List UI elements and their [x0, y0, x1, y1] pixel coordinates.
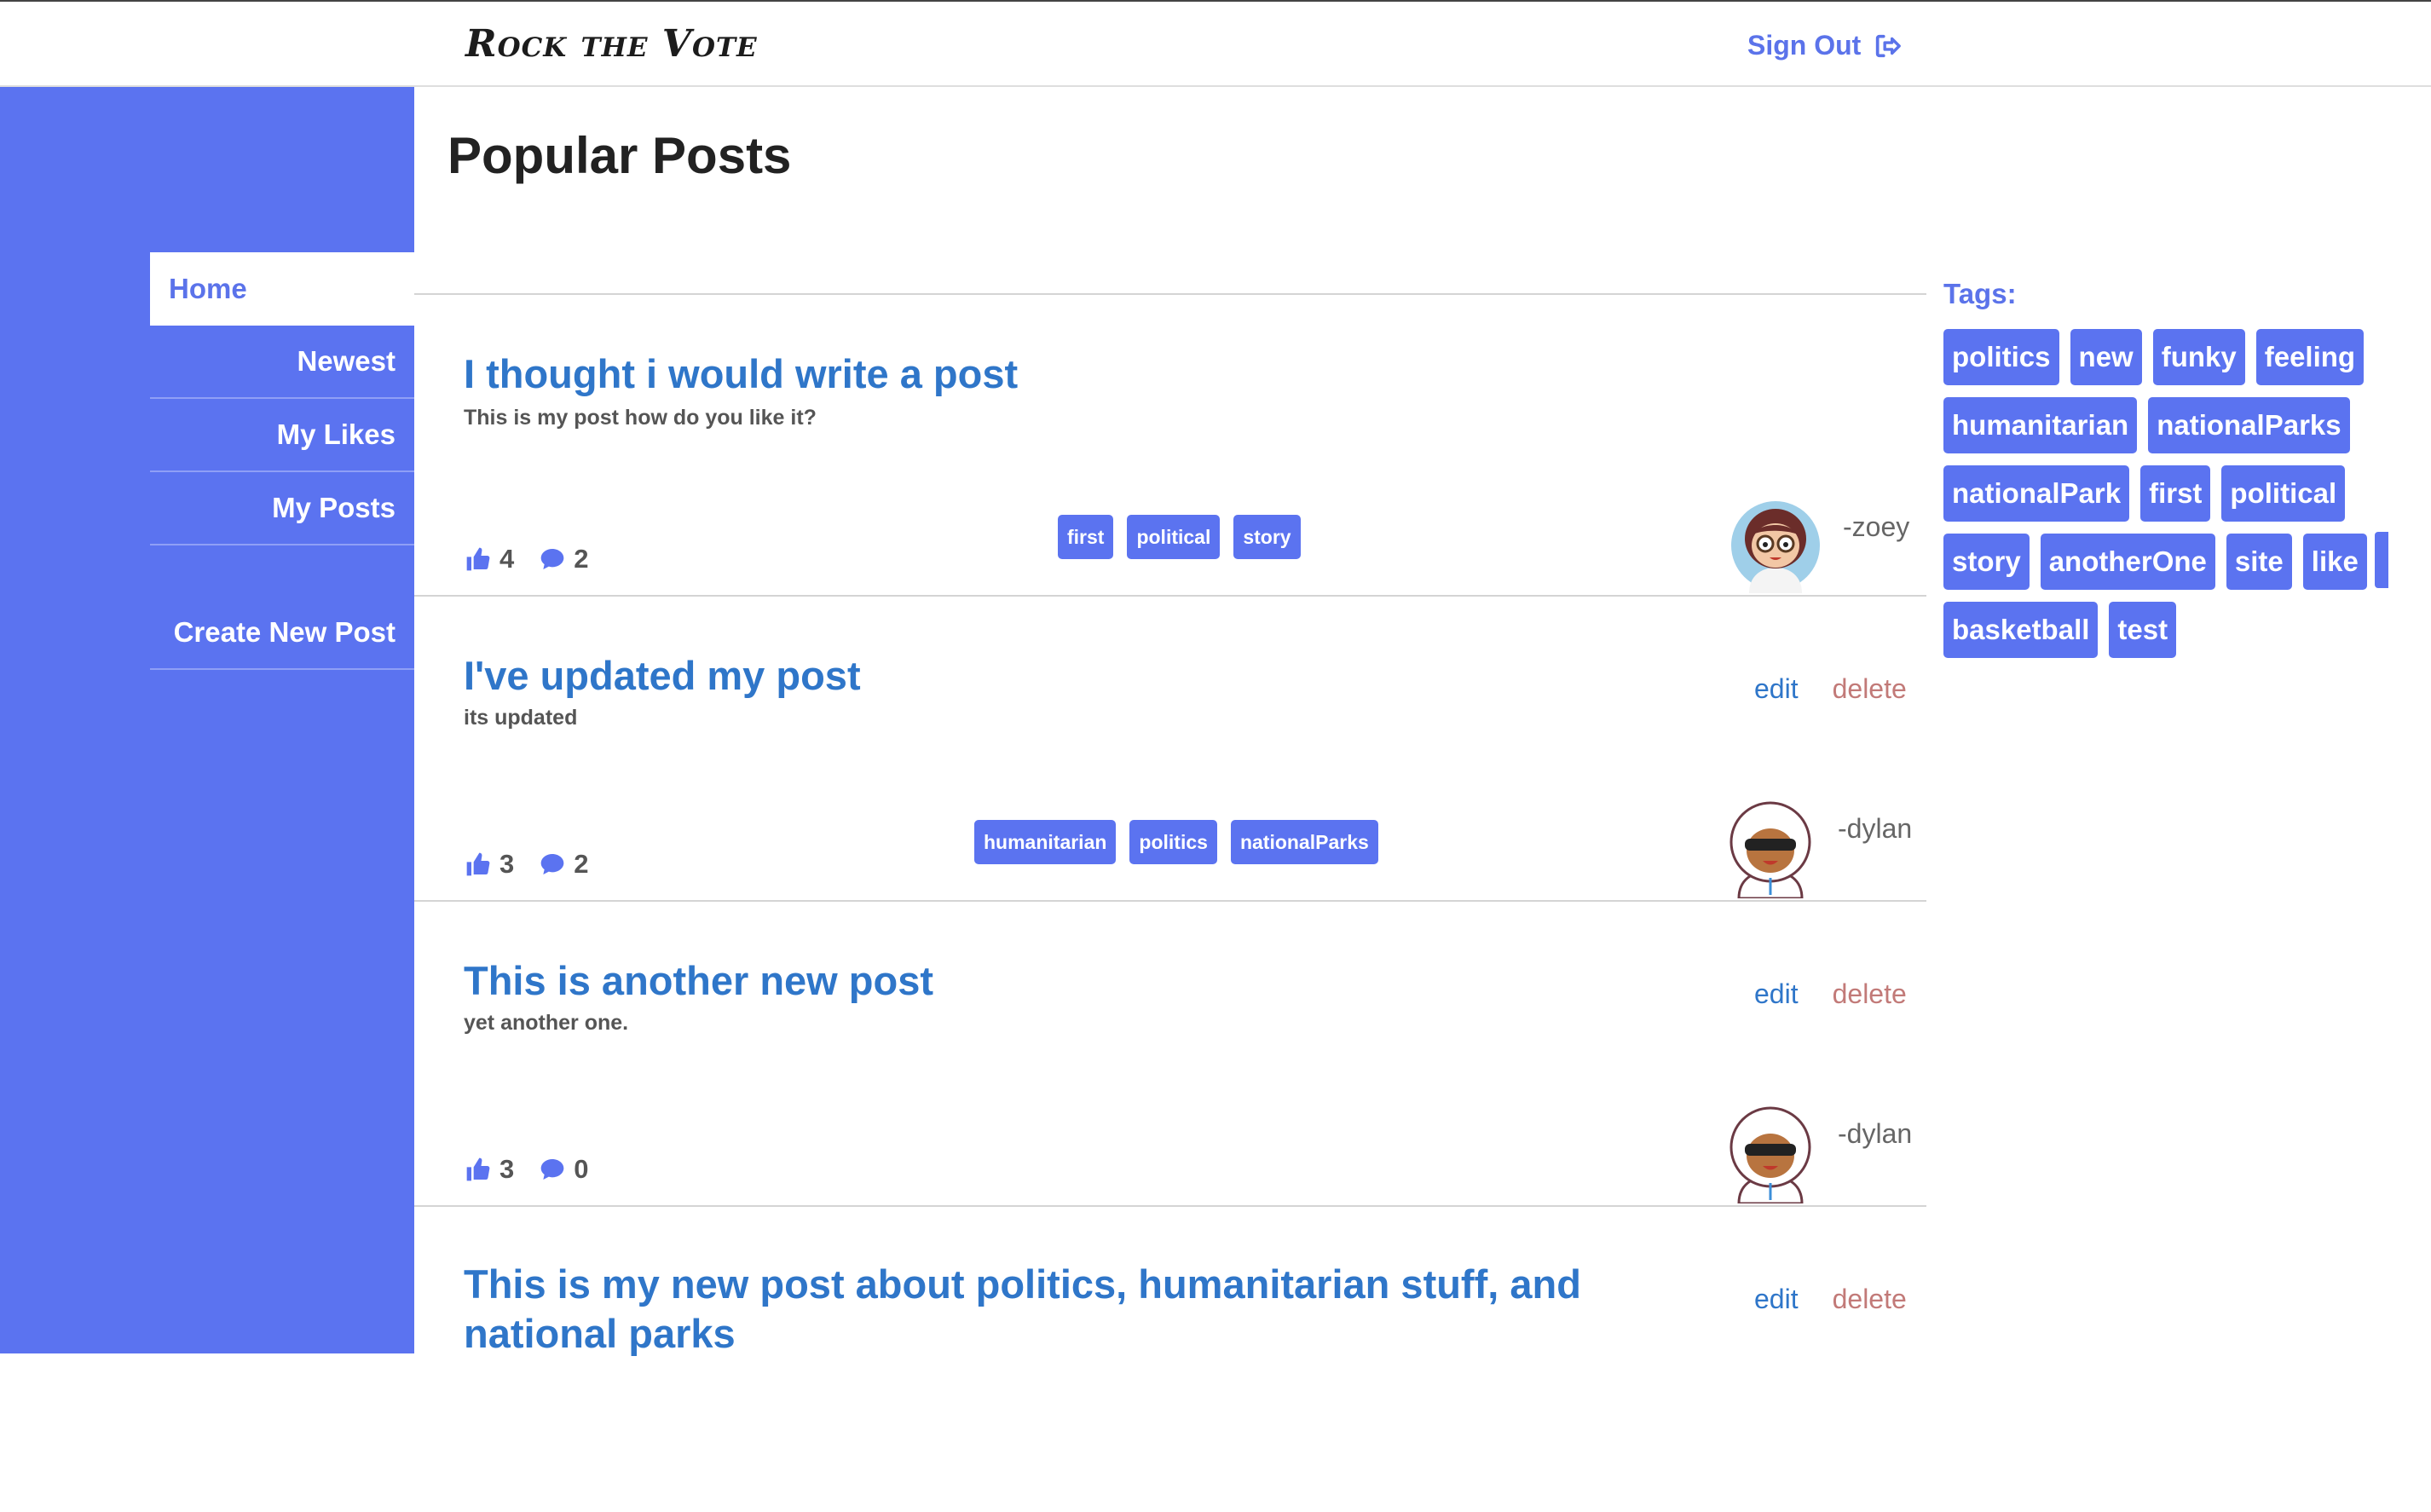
- create-new-post-button[interactable]: Create New Post: [150, 597, 414, 670]
- comments-count: 0: [574, 1154, 589, 1184]
- tag-filter[interactable]: nationalParks: [2148, 397, 2350, 453]
- tag-filter-overflow[interactable]: [2375, 532, 2388, 588]
- post-tag[interactable]: story: [1233, 515, 1301, 559]
- edit-button[interactable]: edit: [1754, 1284, 1799, 1315]
- avatar-zoey: [1731, 501, 1820, 593]
- tag-filter[interactable]: new: [2070, 329, 2142, 385]
- likes-count: 3: [499, 1154, 515, 1184]
- tag-filter[interactable]: funky: [2152, 329, 2245, 385]
- sidebar-item-my-posts[interactable]: My Posts: [150, 472, 414, 545]
- thumbs-up-icon[interactable]: [464, 1156, 493, 1183]
- post-subtitle: This is my post how do you like it?: [464, 406, 817, 430]
- post-actions: edit delete: [1754, 673, 1907, 705]
- edit-button[interactable]: edit: [1754, 673, 1799, 705]
- sign-out-icon: [1876, 34, 1902, 57]
- avatar-dylan: [1729, 801, 1811, 898]
- top-bar: Rock the Vote Sign Out: [0, 0, 2431, 87]
- edit-button[interactable]: edit: [1754, 978, 1799, 1010]
- sidebar-item-newest[interactable]: Newest: [150, 326, 414, 399]
- post-actions: edit delete: [1754, 978, 1907, 1010]
- post-stats: 4 2: [464, 544, 589, 574]
- sidebar-item-home[interactable]: Home: [150, 252, 414, 326]
- post-actions: edit delete: [1754, 1284, 1907, 1315]
- post-subtitle: its updated: [464, 706, 578, 730]
- sign-out-label: Sign Out: [1747, 30, 1862, 61]
- tags-heading: Tags:: [1943, 278, 2017, 309]
- post-title[interactable]: This is another new post: [464, 956, 1691, 1006]
- comment-icon[interactable]: [538, 1156, 567, 1183]
- likes-count: 4: [499, 544, 515, 574]
- delete-button[interactable]: delete: [1833, 1284, 1907, 1315]
- avatar-dylan: [1729, 1106, 1811, 1203]
- post-stats: 3 2: [464, 849, 589, 880]
- post-tag[interactable]: nationalParks: [1230, 820, 1378, 864]
- post-tags: first political story: [1058, 515, 1301, 559]
- post-author: -zoey: [1843, 511, 1910, 542]
- sidebar-nav: Home Newest My Likes My Posts Create New…: [150, 252, 414, 670]
- tag-filter[interactable]: story: [1943, 534, 2030, 590]
- page-title: Popular Posts: [448, 127, 792, 184]
- likes-count: 3: [499, 849, 515, 879]
- tag-filter[interactable]: anotherOne: [2040, 534, 2215, 590]
- tag-cloud: politics new funky feeling humanitarian …: [1943, 329, 2421, 658]
- sign-out-button[interactable]: Sign Out: [1747, 30, 1902, 61]
- tag-filter[interactable]: nationalPark: [1943, 465, 2130, 522]
- app-logo[interactable]: Rock the Vote: [465, 22, 758, 66]
- tag-filter[interactable]: like: [2302, 534, 2367, 590]
- thumbs-up-icon[interactable]: [464, 851, 493, 878]
- post-tag[interactable]: political: [1127, 515, 1221, 559]
- post-card: This is my new post about politics, huma…: [414, 1207, 1926, 1512]
- sidebar: Home Newest My Likes My Posts Create New…: [0, 87, 414, 1353]
- sidebar-item-my-likes[interactable]: My Likes: [150, 399, 414, 472]
- comments-count: 2: [574, 544, 589, 574]
- tag-filter[interactable]: political: [2221, 465, 2346, 522]
- tag-filter[interactable]: test: [2109, 602, 2177, 658]
- post-card: I've updated my post its updated edit de…: [414, 597, 1926, 902]
- post-card: I thought i would write a post This is m…: [414, 291, 1926, 597]
- tag-filter[interactable]: basketball: [1943, 602, 2099, 658]
- tag-filter[interactable]: politics: [1943, 329, 2059, 385]
- post-title[interactable]: I thought i would write a post: [464, 349, 1691, 399]
- post-tags: humanitarian politics nationalParks: [974, 820, 1378, 864]
- post-card: This is another new post yet another one…: [414, 902, 1926, 1207]
- tag-filter[interactable]: site: [2226, 534, 2292, 590]
- comment-icon[interactable]: [538, 851, 567, 878]
- post-author: -dylan: [1838, 813, 1913, 844]
- delete-button[interactable]: delete: [1833, 673, 1907, 705]
- post-tag[interactable]: first: [1058, 515, 1114, 559]
- post-tag[interactable]: politics: [1129, 820, 1217, 864]
- post-title[interactable]: This is my new post about politics, huma…: [464, 1260, 1691, 1359]
- post-subtitle: yet another one.: [464, 1011, 629, 1035]
- post-stats: 3 0: [464, 1154, 589, 1185]
- tag-filter[interactable]: humanitarian: [1943, 397, 2138, 453]
- post-title[interactable]: I've updated my post: [464, 651, 1691, 701]
- post-tag[interactable]: humanitarian: [974, 820, 1117, 864]
- tag-filter[interactable]: feeling: [2255, 329, 2365, 385]
- tag-filter[interactable]: first: [2140, 465, 2211, 522]
- post-author: -dylan: [1838, 1118, 1913, 1149]
- delete-button[interactable]: delete: [1833, 978, 1907, 1010]
- comment-icon[interactable]: [538, 545, 567, 573]
- comments-count: 2: [574, 849, 589, 879]
- thumbs-up-icon[interactable]: [464, 545, 493, 573]
